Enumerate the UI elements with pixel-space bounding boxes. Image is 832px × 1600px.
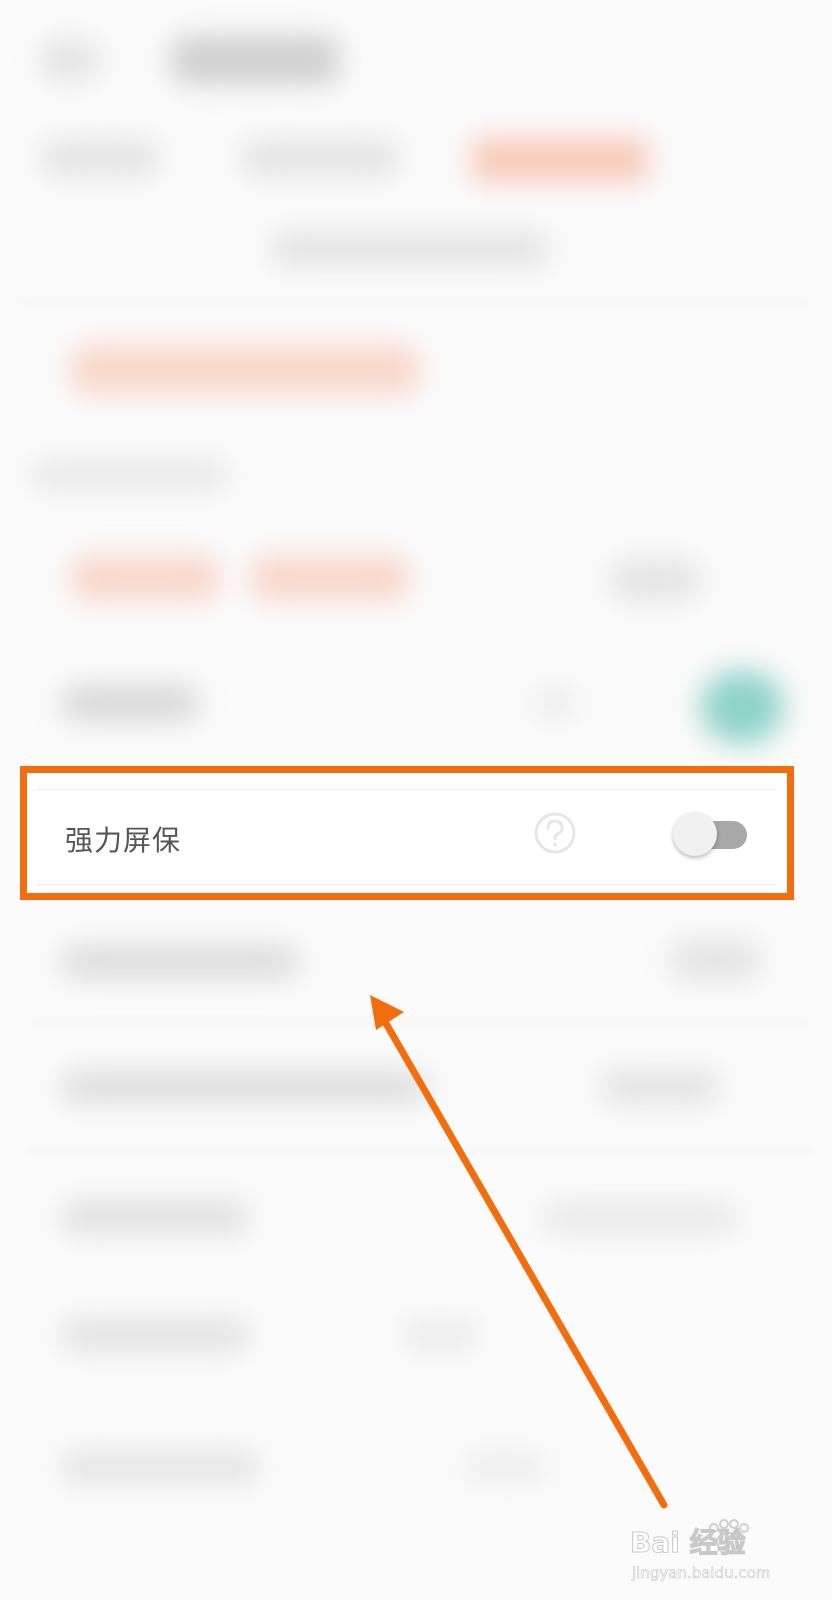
- toggle-knob: [673, 812, 717, 856]
- screenshot: 强力屏保 Bai 经验 jingyan.baidu.com: [0, 0, 832, 1600]
- blurred-row: [270, 232, 550, 266]
- blurred-section-header: [30, 460, 230, 490]
- blurred-row: [400, 1318, 480, 1352]
- screen-saver-toggle[interactable]: [673, 811, 753, 857]
- blurred-row: [250, 555, 410, 601]
- blurred-row: [60, 685, 200, 721]
- setting-label: 强力屏保: [65, 824, 182, 857]
- blurred-row: [540, 1200, 740, 1234]
- blurred-row: [60, 1318, 250, 1352]
- blurred-row: [610, 560, 700, 600]
- watermark-url: jingyan.baidu.com: [631, 1564, 770, 1582]
- blurred-row: [240, 140, 400, 176]
- blurred-toggle: [700, 670, 784, 744]
- blurred-row: [60, 1070, 430, 1104]
- watermark-logo-text: Bai 经验: [630, 1526, 746, 1559]
- blurred-row: [70, 555, 220, 601]
- highlighted-setting-row[interactable]: 强力屏保: [20, 766, 794, 900]
- divider: [20, 300, 810, 302]
- blurred-row: [600, 1070, 720, 1104]
- question-circle-icon[interactable]: [533, 811, 577, 855]
- blurred-row: [670, 940, 760, 980]
- blurred-row: [470, 138, 650, 182]
- blurred-row: [530, 688, 580, 718]
- divider: [30, 1020, 810, 1022]
- blurred-row: [460, 1450, 550, 1484]
- blurred-row: [40, 140, 160, 176]
- baidu-jingyan-logo: Bai 经验 jingyan.baidu.com: [630, 1519, 771, 1582]
- blurred-page-title: [170, 36, 340, 84]
- divider: [37, 789, 777, 790]
- blurred-row: [70, 345, 420, 395]
- blurred-back-button: [40, 40, 100, 80]
- divider: [37, 884, 777, 885]
- blurred-row: [60, 945, 300, 979]
- divider: [30, 1150, 810, 1152]
- blurred-row: [60, 1450, 260, 1484]
- blurred-row: [60, 1200, 250, 1234]
